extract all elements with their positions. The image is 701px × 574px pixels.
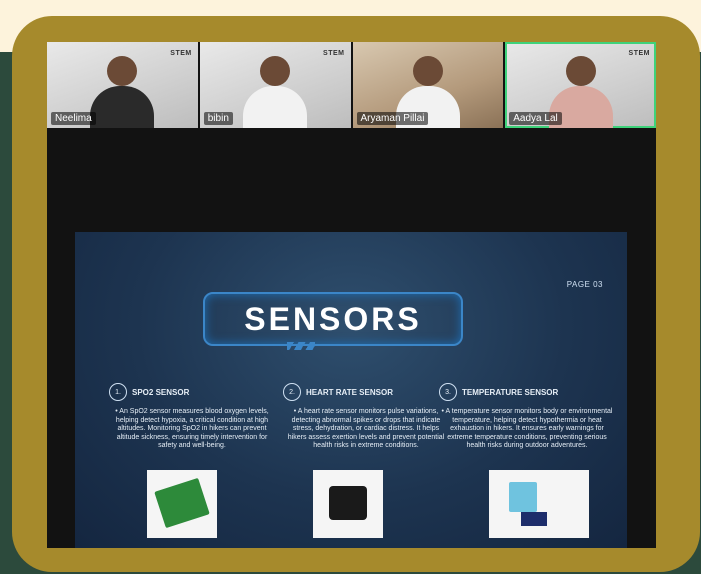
participant-strip: STEM Neelima STEM bibin Aryaman Pillai S… bbox=[47, 42, 656, 128]
spo2-sensor-image bbox=[147, 470, 217, 538]
shared-slide: PAGE 03 SENSORS 1. SPO2 SENSOR • An SpO2… bbox=[75, 232, 627, 548]
participant-name: Aadya Lal bbox=[509, 112, 562, 125]
participant-tile[interactable]: STEM Neelima bbox=[47, 42, 198, 128]
page-number: PAGE 03 bbox=[566, 280, 603, 289]
sensor-description: • A temperature sensor monitors body or … bbox=[441, 408, 613, 449]
slide-title: SENSORS bbox=[244, 300, 422, 337]
sensor-title: HEART RATE SENSOR bbox=[306, 387, 393, 397]
slide-title-box: SENSORS bbox=[203, 292, 463, 346]
number-badge: 1. bbox=[109, 383, 127, 401]
sensor-column: 3. TEMPERATURE SENSOR • A temperature se… bbox=[439, 380, 615, 451]
sensor-title: SPO2 SENSOR bbox=[132, 387, 190, 397]
circuit-board bbox=[329, 486, 367, 520]
participant-tile[interactable]: Aryaman Pillai bbox=[352, 42, 504, 128]
title-accent bbox=[287, 342, 315, 350]
participant-head bbox=[412, 56, 443, 86]
temperature-sensor-image bbox=[489, 470, 589, 538]
heart-rate-sensor-image bbox=[313, 470, 383, 538]
meeting-screen: STEM Neelima STEM bibin Aryaman Pillai S… bbox=[47, 42, 656, 548]
sensor-description: • A heart rate sensor monitors pulse var… bbox=[287, 408, 445, 449]
circuit-board bbox=[154, 477, 210, 529]
participant-name: bibin bbox=[203, 112, 233, 125]
stem-logo: STEM bbox=[628, 50, 650, 57]
sensor-title: TEMPERATURE SENSOR bbox=[462, 387, 559, 397]
participant-body bbox=[90, 86, 155, 128]
number-badge: 3. bbox=[439, 383, 457, 401]
sensor-column: 1. SPO2 SENSOR • An SpO2 sensor measures… bbox=[109, 380, 275, 451]
participant-head bbox=[107, 56, 138, 86]
participant-name: Neelima bbox=[51, 112, 96, 125]
participant-tile-active[interactable]: STEM Aadya Lal bbox=[505, 42, 656, 128]
participant-name: Aryaman Pillai bbox=[356, 112, 429, 125]
number-badge: 2. bbox=[283, 383, 301, 401]
sensor-description: • An SpO2 sensor measures blood oxygen l… bbox=[115, 408, 269, 449]
participant-body bbox=[243, 86, 308, 128]
participant-head bbox=[565, 56, 596, 86]
stem-logo: STEM bbox=[170, 50, 192, 57]
sensor-column: 2. HEART RATE SENSOR • A heart rate sens… bbox=[283, 380, 449, 451]
participant-head bbox=[260, 56, 291, 86]
sensor-module bbox=[509, 482, 537, 512]
sensor-pins bbox=[521, 512, 547, 526]
stem-logo: STEM bbox=[323, 50, 345, 57]
participant-tile[interactable]: STEM bibin bbox=[199, 42, 351, 128]
